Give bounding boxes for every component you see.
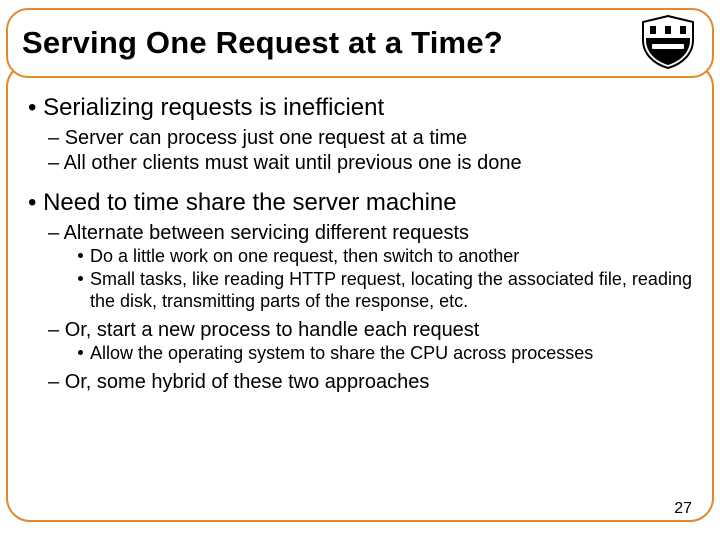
slide-title: Serving One Request at a Time? [22, 25, 503, 61]
bullet-level-2: Alternate between servicing different re… [24, 221, 696, 245]
slide-body: Serializing requests is inefficient Serv… [24, 94, 696, 500]
bullet-text: Allow the operating system to share the … [90, 343, 593, 363]
slide: Serving One Request at a Time? Serializi… [0, 0, 720, 540]
bullet-level-1: Serializing requests is inefficient [24, 94, 696, 122]
bullet-text: Small tasks, like reading HTTP request, … [90, 269, 692, 311]
bullet-level-1: Need to time share the server machine [24, 189, 696, 217]
bullet-level-2: Or, some hybrid of these two approaches [24, 370, 696, 394]
bullet-level-2: Or, start a new process to handle each r… [24, 318, 696, 342]
bullet-text: Do a little work on one request, then sw… [90, 246, 519, 266]
bullet-level-3: Do a little work on one request, then sw… [24, 246, 696, 268]
title-container: Serving One Request at a Time? [6, 8, 714, 78]
page-number: 27 [674, 500, 692, 518]
bullet-level-2: All other clients must wait until previo… [24, 151, 696, 175]
bullet-level-3: Small tasks, like reading HTTP request, … [24, 269, 696, 313]
bullet-level-2: Server can process just one request at a… [24, 126, 696, 150]
bullet-level-3: Allow the operating system to share the … [24, 343, 696, 365]
princeton-shield-icon [638, 14, 698, 70]
